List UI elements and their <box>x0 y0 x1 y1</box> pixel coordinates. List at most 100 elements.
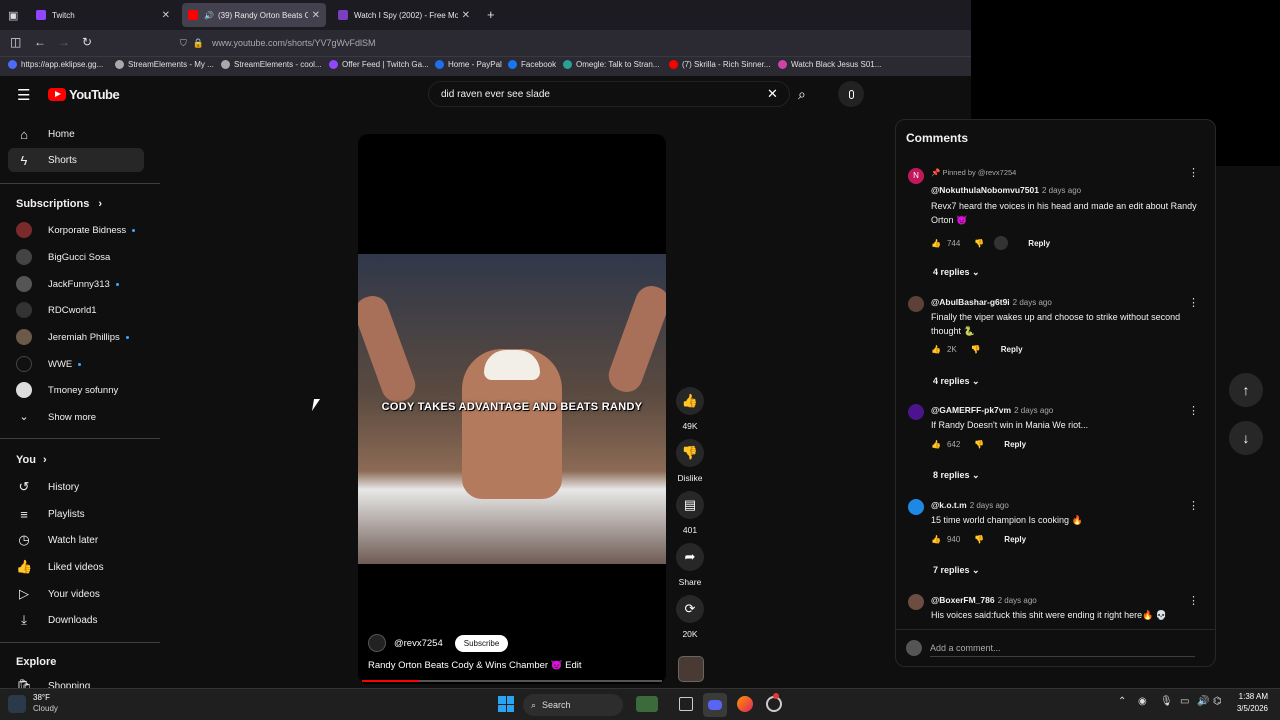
weather-temp[interactable]: 38°F <box>33 693 50 702</box>
bookmark-item[interactable]: Watch Black Jesus S01... <box>778 60 881 69</box>
video-progress-track[interactable] <box>362 680 662 682</box>
more-options-icon[interactable]: ⋮ <box>1188 296 1199 309</box>
subscribe-button[interactable]: Subscribe <box>454 634 509 652</box>
close-tab-icon[interactable]: ✕ <box>162 10 170 21</box>
display-icon[interactable]: ▭ <box>1180 696 1189 707</box>
thumbs-up-icon[interactable]: 👍 <box>931 345 941 354</box>
replies-toggle[interactable]: 8 replies ⌄ <box>933 470 980 481</box>
avatar[interactable] <box>908 499 924 515</box>
bookmark-item[interactable]: StreamElements - My ... <box>115 60 214 69</box>
sidebar-item-playlists[interactable]: ≡ Playlists <box>8 502 144 526</box>
comment-author[interactable]: @k.o.t.m 2 days ago <box>931 500 1009 510</box>
clock-date[interactable]: 3/5/2026 <box>1228 704 1268 713</box>
thumbs-up-icon[interactable]: 👍 <box>931 440 941 449</box>
reply-button[interactable]: Reply <box>1028 239 1050 248</box>
subscriptions-header[interactable]: Subscriptions › <box>16 198 102 210</box>
tab-watch-i-spy[interactable]: Watch I Spy (2002) - Free Movi ✕ <box>332 3 476 27</box>
close-tab-icon[interactable]: ✕ <box>462 10 470 21</box>
sidebar-item-liked-videos[interactable]: 👍 Liked videos <box>8 555 144 579</box>
more-options-icon[interactable]: ⋮ <box>1188 166 1199 179</box>
windows-start-icon[interactable] <box>498 696 514 712</box>
thumbs-up-icon[interactable]: 👍 <box>931 535 941 544</box>
clear-search-icon[interactable]: ✕ <box>767 86 778 102</box>
taskbar-widget-icon[interactable] <box>636 696 658 712</box>
reply-button[interactable]: Reply <box>1004 440 1026 449</box>
avatar[interactable] <box>908 296 924 312</box>
sidebar-item-downloads[interactable]: ⤓ Downloads <box>8 608 144 632</box>
bookmark-item[interactable]: Omegle: Talk to Stran... <box>563 60 659 69</box>
more-options-icon[interactable]: ⋮ <box>1188 499 1199 512</box>
share-button[interactable]: ➦ <box>676 543 704 571</box>
more-options-icon[interactable]: ⋮ <box>1188 404 1199 417</box>
subscription-item[interactable]: Tmoney sofunny <box>8 379 148 401</box>
subscription-item[interactable]: WWE <box>8 353 148 375</box>
comment-author[interactable]: @GAMERFF-pk7vm 2 days ago <box>931 405 1053 415</box>
reload-icon[interactable]: ↻ <box>82 35 92 49</box>
tab-twitch[interactable]: Twitch ✕ <box>30 3 176 27</box>
reply-button[interactable]: Reply <box>1001 345 1023 354</box>
bookmark-item[interactable]: Home - PayPal <box>435 60 502 69</box>
comments-button[interactable]: ▤ <box>676 491 704 519</box>
next-short-button[interactable]: ↓ <box>1229 421 1263 455</box>
volume-icon[interactable]: 🔊 <box>1197 696 1209 707</box>
remix-button[interactable]: ⟳ <box>676 595 704 623</box>
add-comment-input[interactable]: Add a comment... <box>930 643 1195 657</box>
subscription-item[interactable]: JackFunny313 <box>8 273 148 295</box>
more-options-icon[interactable]: ⋮ <box>1188 594 1199 607</box>
avatar[interactable] <box>908 404 924 420</box>
weather-icon[interactable] <box>8 695 26 713</box>
replies-toggle[interactable]: 7 replies ⌄ <box>933 565 980 576</box>
sidebar-item-shorts[interactable]: ϟ Shorts <box>8 148 144 172</box>
comment-author[interactable]: @AbulBashar-g6t9i 2 days ago <box>931 297 1052 307</box>
video-title[interactable]: Randy Orton Beats Cody & Wins Chamber 😈 … <box>368 660 582 671</box>
close-tab-icon[interactable]: ✕ <box>312 10 320 21</box>
shorts-video-player[interactable]: CODY TAKES ADVANTAGE AND BEATS RANDY @re… <box>358 134 666 684</box>
tab-youtube[interactable]: 🔊 (39) Randy Orton Beats Co ✕ <box>182 3 326 27</box>
comment-author[interactable]: @BoxerFM_786 2 days ago <box>931 595 1037 605</box>
shield-icon[interactable]: ⛉ <box>180 38 187 49</box>
bookmark-item[interactable]: https://app.eklipse.gg... <box>8 60 103 69</box>
like-button[interactable]: 👍 <box>676 387 704 415</box>
sidebar-toggle-icon[interactable]: ◫ <box>10 35 21 49</box>
weather-desc[interactable]: Cloudy <box>33 704 58 713</box>
avatar[interactable] <box>908 594 924 610</box>
dislike-button[interactable]: 👎 <box>676 439 704 467</box>
subscription-item[interactable]: Jeremiah Phillips <box>8 326 148 348</box>
microphone-icon[interactable]: 🎙 <box>1160 696 1173 707</box>
replies-toggle[interactable]: 4 replies ⌄ <box>933 376 980 387</box>
bookmark-item[interactable]: Facebook <box>508 60 556 69</box>
search-input[interactable]: did raven ever see slade ✕ <box>428 81 790 107</box>
back-icon[interactable]: ← <box>34 35 46 49</box>
network-icon[interactable]: ⌬ <box>1213 696 1222 707</box>
new-tab-button[interactable]: + <box>487 7 495 22</box>
comment-author[interactable]: @NokuthulaNobomvu7501 2 days ago <box>931 185 1081 195</box>
forward-icon[interactable]: → <box>58 35 70 49</box>
subscription-item[interactable]: RDCworld1 <box>8 299 148 321</box>
channel-avatar[interactable] <box>368 634 386 652</box>
speaker-icon[interactable]: 🔊 <box>204 11 214 20</box>
thumbs-up-icon[interactable]: 👍 <box>931 239 941 248</box>
thumbs-down-icon[interactable]: 👎 <box>974 239 984 248</box>
address-bar[interactable]: ⛉ 🔒 www.youtube.com/shorts/YV7gWvFdlSM <box>180 34 680 52</box>
thumbs-down-icon[interactable]: 👎 <box>974 535 984 544</box>
channel-name[interactable]: @revx7254 <box>394 638 443 649</box>
thumbs-down-icon[interactable]: 👎 <box>971 345 981 354</box>
subscription-item[interactable]: BigGucci Sosa <box>8 246 148 268</box>
chevron-up-icon[interactable]: ⌃ <box>1118 696 1126 707</box>
tab-list-icon[interactable]: ▣ <box>8 9 18 22</box>
sidebar-item-history[interactable]: ↺ History <box>8 475 144 499</box>
bookmark-item[interactable]: Offer Feed | Twitch Ga... <box>329 60 429 69</box>
sidebar-item-your-videos[interactable]: ▷ Your videos <box>8 582 144 606</box>
reply-button[interactable]: Reply <box>1004 535 1026 544</box>
subscription-item[interactable]: Korporate Bidness <box>8 219 148 241</box>
thumbs-down-icon[interactable]: 👎 <box>974 440 984 449</box>
sound-thumbnail[interactable] <box>678 656 704 682</box>
taskbar-search[interactable]: ⌕ Search <box>523 694 623 716</box>
avatar[interactable]: N <box>908 168 924 184</box>
sidebar-item-watch-later[interactable]: ◷ Watch later <box>8 528 144 552</box>
firefox-icon[interactable] <box>737 696 753 712</box>
bookmark-item[interactable]: (7) Skrilla - Rich Sinner... <box>669 60 770 69</box>
you-header[interactable]: You › <box>16 454 47 466</box>
sidebar-item-home[interactable]: ⌂ Home <box>8 122 144 146</box>
bookmark-item[interactable]: StreamElements - cool... <box>221 60 322 69</box>
